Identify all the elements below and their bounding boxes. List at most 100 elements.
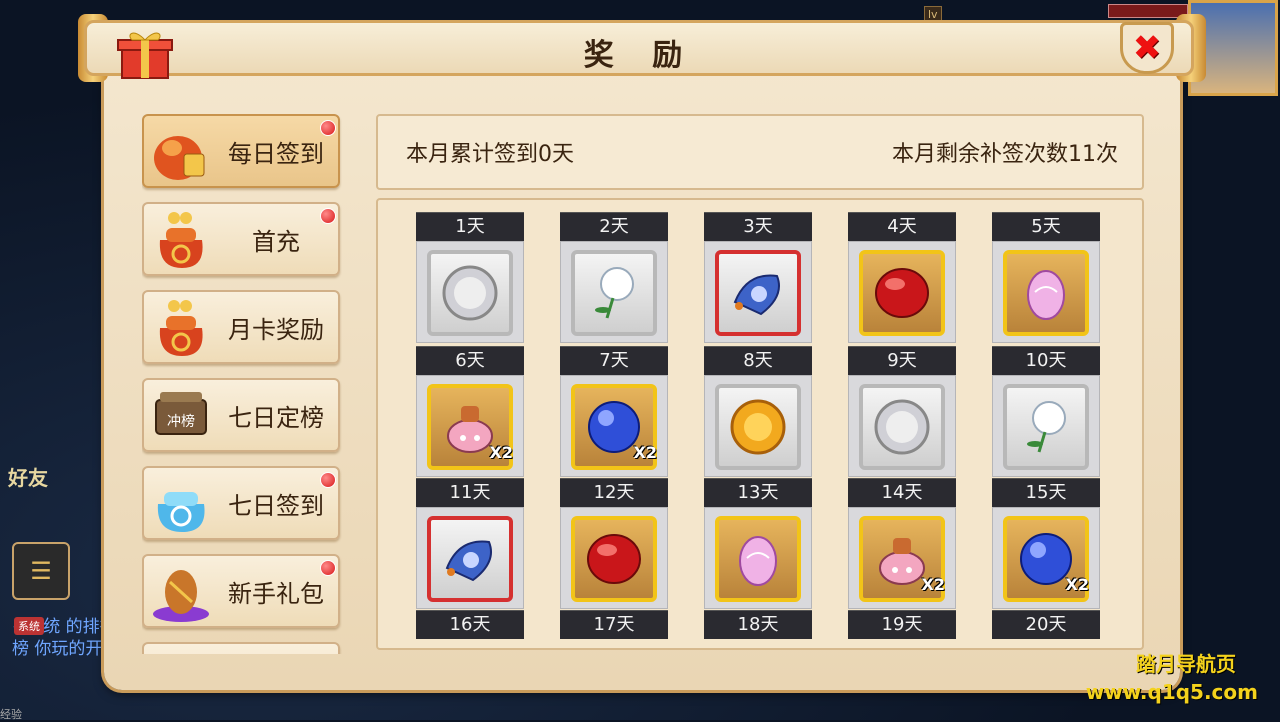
day-reward-cell[interactable]: 15天 X2 [992, 478, 1100, 609]
item-frame [1003, 250, 1089, 336]
ranking-board-icon: 冲榜 [155, 392, 207, 435]
reward-slot[interactable] [848, 241, 956, 343]
daily-reward-grid: 1天 2天 3天 4天 5天 6天 X2 7天 X2 8天 9天 10天 11天 12天 13天 14天 X2 1… [376, 198, 1144, 650]
day-reward-cell[interactable]: 5天 [992, 212, 1100, 343]
red-gem-icon [587, 534, 641, 584]
red-pouch-icon [154, 136, 205, 180]
day-reward-cell[interactable]: 8天 [704, 346, 812, 477]
item-frame [1003, 384, 1089, 470]
day-reward-cell[interactable]: 10天 [992, 346, 1100, 477]
panel-title: 奖 励 [583, 38, 697, 73]
day-reward-cell[interactable]: 12天 [560, 478, 668, 609]
day-label: 6天 [416, 346, 524, 375]
blue-scroll-icon [445, 540, 492, 582]
dandelion-icon [1027, 401, 1066, 453]
sidebar-item-label: 月卡奖励 [228, 315, 324, 344]
red-gem-icon [875, 268, 929, 318]
silver-coin-icon [442, 265, 498, 321]
reward-slot[interactable]: X2 [416, 375, 524, 477]
close-button[interactable]: ✖ [1120, 22, 1174, 74]
gold-coin-icon [730, 399, 786, 455]
day-label: 9天 [848, 346, 956, 375]
item-frame [715, 384, 801, 470]
item-frame [715, 516, 801, 602]
reward-slot[interactable] [848, 375, 956, 477]
item-frame [571, 516, 657, 602]
day-label: 8天 [704, 346, 812, 375]
sidebar-item-monthly-card[interactable]: 月卡奖励 [142, 290, 340, 364]
day-reward-cell[interactable]: 1天 [416, 212, 524, 343]
day-reward-cell[interactable]: 11天 [416, 478, 524, 609]
day-reward-cell[interactable]: 20天 [992, 610, 1100, 639]
day-label: 20天 [992, 610, 1100, 639]
day-label: 5天 [992, 212, 1100, 241]
day-reward-cell[interactable]: 4天 [848, 212, 956, 343]
day-label: 1天 [416, 212, 524, 241]
reward-slot[interactable] [992, 375, 1100, 477]
watermark-title: 踏月导航页 [1136, 652, 1236, 676]
day-reward-cell[interactable]: 18天 [704, 610, 812, 639]
system-tag: 系统 [14, 617, 44, 635]
remaining-makeup-count: 本月剩余补签次数11次 [892, 142, 1118, 167]
day-reward-cell[interactable]: 9天 [848, 346, 956, 477]
item-frame [427, 516, 513, 602]
day-label: 14天 [848, 478, 956, 507]
day-reward-cell[interactable]: 14天 X2 [848, 478, 956, 609]
monthly-signed-count: 本月累计签到0天 [406, 142, 574, 167]
item-quantity: X2 [921, 575, 945, 594]
reward-slot[interactable]: X2 [848, 507, 956, 609]
notification-badge [320, 120, 336, 136]
notification-badge [320, 208, 336, 224]
sidebar-item-seven-day-signin[interactable]: 七日签到 [142, 466, 340, 540]
reward-slot[interactable]: X2 [992, 507, 1100, 609]
day-reward-cell[interactable]: 17天 [560, 610, 668, 639]
reward-slot[interactable] [704, 241, 812, 343]
day-reward-cell[interactable]: 7天 X2 [560, 346, 668, 477]
reward-slot[interactable] [416, 241, 524, 343]
sidebar-item-first-recharge[interactable]: 首充 [142, 202, 340, 276]
reward-slot[interactable] [560, 507, 668, 609]
reward-slot[interactable] [704, 507, 812, 609]
day-label: 3天 [704, 212, 812, 241]
hp-bar [1108, 4, 1188, 18]
day-label: 4天 [848, 212, 956, 241]
day-label: 18天 [704, 610, 812, 639]
day-label: 17天 [560, 610, 668, 639]
reward-slot[interactable] [416, 507, 524, 609]
sidebar-item-seven-day-ranking[interactable]: 冲榜 七日定榜 [142, 378, 340, 452]
item-quantity: X2 [1065, 575, 1089, 594]
reward-slot[interactable] [992, 241, 1100, 343]
day-reward-cell[interactable]: 6天 X2 [416, 346, 524, 477]
reward-slot[interactable]: X2 [560, 375, 668, 477]
sidebar-item-next[interactable] [142, 642, 340, 654]
silver-coin-icon [874, 399, 930, 455]
day-label: 10天 [992, 346, 1100, 375]
day-label: 11天 [416, 478, 524, 507]
day-label: 12天 [560, 478, 668, 507]
reward-slot[interactable] [704, 375, 812, 477]
signin-info-bar: 本月累计签到0天 本月剩余补签次数11次 [376, 114, 1144, 190]
day-reward-cell[interactable]: 2天 [560, 212, 668, 343]
day-reward-cell[interactable]: 3天 [704, 212, 812, 343]
day-label: 2天 [560, 212, 668, 241]
treasure-bag-icon [159, 212, 203, 268]
day-reward-cell[interactable]: 16天 [416, 610, 524, 639]
chat-button[interactable]: ☰ [12, 542, 70, 600]
notification-badge [320, 560, 336, 576]
day-reward-cell[interactable]: 13天 [704, 478, 812, 609]
day-reward-cell[interactable]: 19天 [848, 610, 956, 639]
sidebar-item-label: 七日定榜 [228, 403, 324, 432]
chat-bubble-icon: ☰ [30, 557, 52, 585]
item-frame [859, 384, 945, 470]
item-quantity: X2 [633, 443, 657, 462]
day-label: 13天 [704, 478, 812, 507]
sidebar-item-newbie-gift[interactable]: 新手礼包 [142, 554, 340, 628]
notification-badge [320, 472, 336, 488]
item-frame [859, 250, 945, 336]
sidebar-item-daily-signin[interactable]: 每日签到 [142, 114, 340, 188]
reward-slot[interactable] [560, 241, 668, 343]
blue-scroll-icon [733, 274, 780, 316]
friend-button[interactable]: 好友 [8, 462, 68, 522]
item-quantity: X2 [489, 443, 513, 462]
day-label: 19天 [848, 610, 956, 639]
